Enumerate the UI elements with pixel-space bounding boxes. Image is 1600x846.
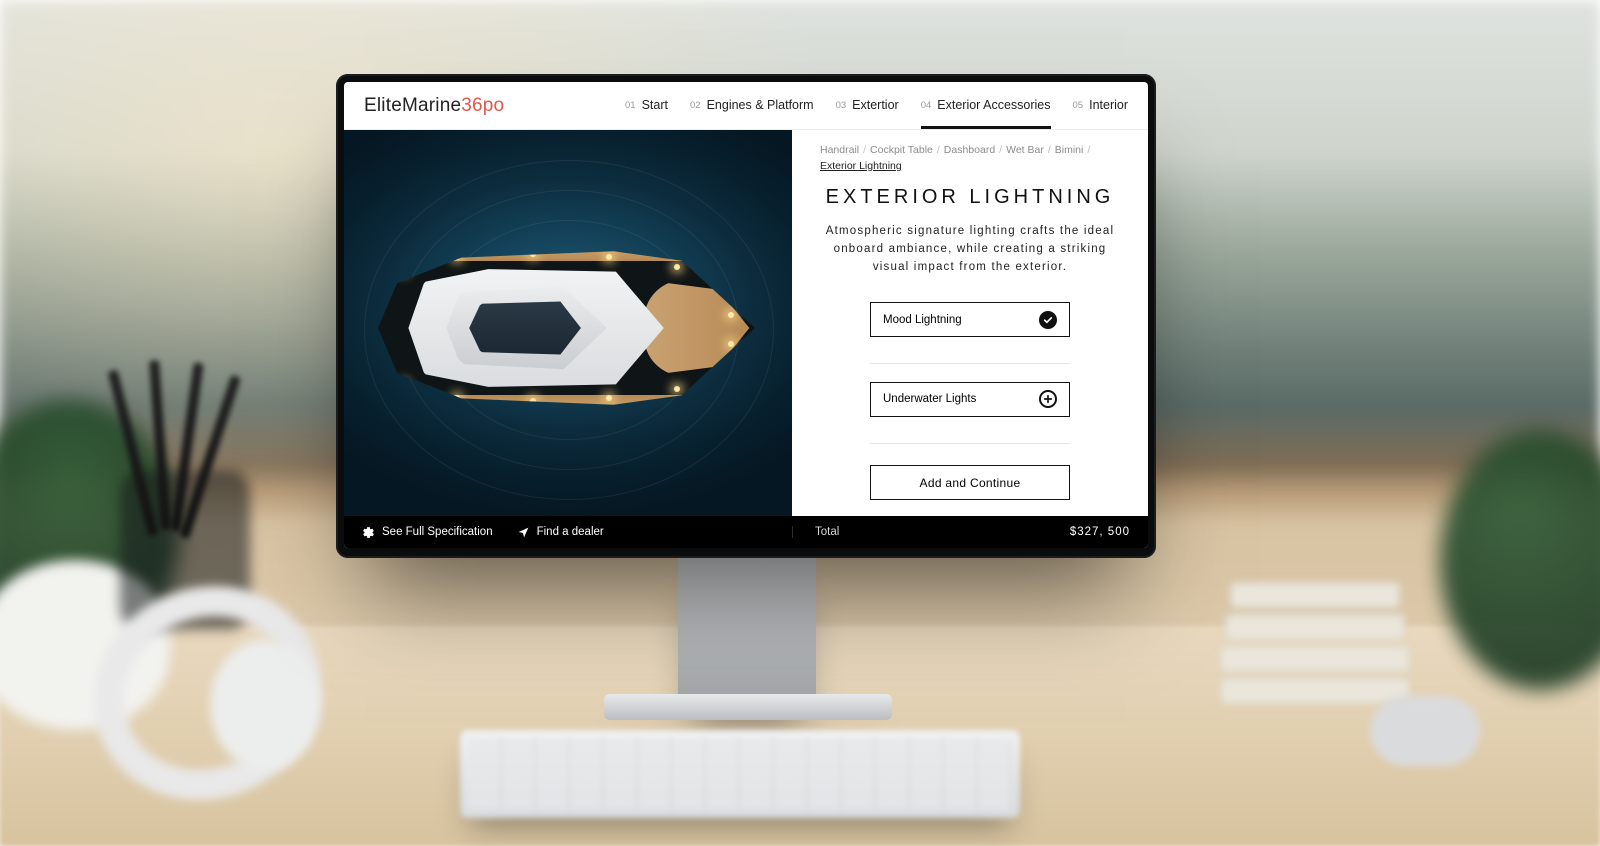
app-screen: EliteMarine36po 01 Start 02 Engines & Pl… (344, 82, 1148, 548)
tab-exterior-accessories[interactable]: 04 Exterior Accessories (921, 82, 1051, 129)
tab-exterior[interactable]: 03 Extertior (836, 82, 899, 129)
total-amount: $327, 500 (1070, 526, 1130, 538)
tab-label: Interior (1089, 98, 1128, 112)
tab-start[interactable]: 01 Start (625, 82, 668, 129)
footer-link-label: Find a dealer (537, 526, 604, 538)
option-label: Mood Lightning (883, 314, 962, 326)
tab-number: 03 (836, 100, 847, 111)
tab-interior[interactable]: 05 Interior (1073, 82, 1128, 129)
breadcrumb-item[interactable]: Bimini (1055, 144, 1084, 156)
brand[interactable]: EliteMarine36po (364, 95, 504, 117)
tab-number: 02 (690, 100, 701, 111)
tab-label: Start (642, 98, 668, 112)
see-full-specification-link[interactable]: See Full Specification (362, 526, 493, 539)
yacht-top-view (378, 248, 758, 408)
section-title: EXTERIOR LIGHTNING (826, 186, 1115, 209)
option-label: Underwater Lights (883, 393, 976, 405)
footer-right: Total $327, 500 (792, 526, 1148, 538)
check-icon (1039, 311, 1057, 329)
breadcrumb-item[interactable]: Wet Bar (1006, 144, 1044, 156)
brand-model: 36po (461, 95, 504, 116)
step-tabs: 01 Start 02 Engines & Platform 03 Extert… (625, 82, 1128, 129)
tab-number: 04 (921, 100, 932, 111)
cta-label: Add and Continue (920, 476, 1021, 490)
header: EliteMarine36po 01 Start 02 Engines & Pl… (344, 82, 1148, 130)
main: Handrail/ Cockpit Table/ Dashboard/ Wet … (344, 130, 1148, 516)
plus-icon (1039, 390, 1057, 408)
footer-link-label: See Full Specification (382, 526, 493, 538)
gear-icon (362, 526, 375, 539)
divider (870, 363, 1070, 364)
section-description: Atmospheric signature lighting crafts th… (820, 223, 1120, 276)
tab-label: Exterior Accessories (937, 98, 1050, 112)
breadcrumb-item[interactable]: Cockpit Table (870, 144, 933, 156)
tab-engines-platform[interactable]: 02 Engines & Platform (690, 82, 814, 129)
tab-label: Engines & Platform (707, 98, 814, 112)
tab-number: 01 (625, 100, 636, 111)
option-underwater-lights[interactable]: Underwater Lights (870, 382, 1070, 417)
footer-bar: See Full Specification Find a dealer Tot… (344, 516, 1148, 548)
breadcrumb-item[interactable]: Dashboard (944, 144, 995, 156)
footer-left: See Full Specification Find a dealer (344, 526, 792, 539)
divider (870, 443, 1070, 444)
options-panel: Handrail/ Cockpit Table/ Dashboard/ Wet … (792, 130, 1148, 516)
product-visualizer[interactable] (344, 130, 792, 516)
breadcrumb: Handrail/ Cockpit Table/ Dashboard/ Wet … (820, 144, 1120, 172)
location-arrow-icon (517, 526, 530, 539)
tab-number: 05 (1073, 100, 1084, 111)
tab-label: Extertior (852, 98, 899, 112)
breadcrumb-item-current[interactable]: Exterior Lightning (820, 160, 902, 172)
total-label: Total (815, 526, 839, 538)
option-mood-lightning[interactable]: Mood Lightning (870, 302, 1070, 337)
monitor-frame: EliteMarine36po 01 Start 02 Engines & Pl… (336, 74, 1156, 558)
breadcrumb-item[interactable]: Handrail (820, 144, 859, 156)
add-and-continue-button[interactable]: Add and Continue (870, 465, 1070, 500)
brand-name: EliteMarine (364, 95, 461, 116)
find-a-dealer-link[interactable]: Find a dealer (517, 526, 604, 539)
